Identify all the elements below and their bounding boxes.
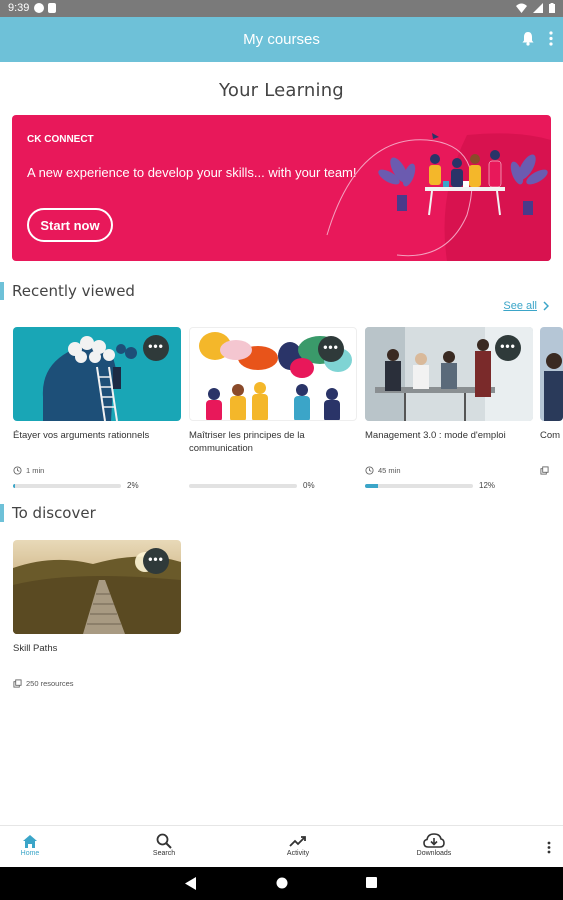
see-all-link[interactable]: See all xyxy=(503,300,549,312)
bell-icon[interactable] xyxy=(521,31,535,46)
progress-track xyxy=(189,483,297,488)
wifi-icon xyxy=(516,3,527,13)
status-bar: 9:39 xyxy=(0,0,563,17)
course-progress: 2% xyxy=(13,481,181,490)
clock-icon xyxy=(365,465,374,475)
course-thumbnail: ••• xyxy=(365,327,533,421)
app-bar: My courses xyxy=(0,17,563,62)
recently-viewed-heading: Recently viewed xyxy=(0,282,135,300)
card-menu-button[interactable]: ••• xyxy=(495,335,521,361)
course-duration xyxy=(189,465,357,475)
trending-up-icon xyxy=(289,836,306,847)
bottom-navigation: Home Search Activity Downloads xyxy=(0,825,563,867)
system-indicators xyxy=(516,3,555,13)
progress-label: 0% xyxy=(303,481,315,490)
card-menu-button[interactable]: ••• xyxy=(318,336,344,362)
banner-label: CK CONNECT xyxy=(27,134,94,145)
more-vert-icon[interactable] xyxy=(547,841,551,854)
progress-track xyxy=(365,483,473,488)
promo-banner[interactable]: CK CONNECT A new experience to develop y… xyxy=(12,115,551,261)
back-icon[interactable] xyxy=(185,877,197,890)
app-notification-icon xyxy=(34,3,44,13)
page-title: Your Learning xyxy=(219,80,344,101)
cloud-download-icon xyxy=(423,833,445,848)
discover-card[interactable]: ••• Skill Paths 250 resources xyxy=(13,540,181,688)
signal-icon xyxy=(533,3,543,13)
clock-icon xyxy=(13,465,22,475)
resources-count: 250 resources xyxy=(26,678,74,688)
course-progress: 0% xyxy=(189,481,357,490)
course-thumbnail xyxy=(540,327,563,421)
course-thumbnail: ••• xyxy=(189,327,357,421)
discover-thumbnail: ••• xyxy=(13,540,181,634)
more-vert-icon[interactable] xyxy=(549,31,553,46)
course-title: Management 3.0 : mode d'emploi xyxy=(365,430,506,441)
nav-downloads-label: Downloads xyxy=(416,850,452,857)
course-duration: 1 min xyxy=(13,465,181,475)
duration-text: 45 min xyxy=(378,465,401,475)
course-progress: 12% xyxy=(365,481,533,490)
progress-label: 2% xyxy=(127,481,139,490)
course-card[interactable]: ••• Maîtriser les principes de la commun… xyxy=(189,327,357,490)
search-icon xyxy=(156,833,172,849)
card-menu-button[interactable]: ••• xyxy=(143,548,169,574)
nav-activity[interactable]: Activity xyxy=(268,832,328,857)
team-illustration xyxy=(326,133,551,261)
banner-headline: A new experience to develop your skills.… xyxy=(27,165,357,180)
course-card[interactable]: Com xyxy=(540,327,563,475)
nav-activity-label: Activity xyxy=(286,850,310,857)
nav-downloads[interactable]: Downloads xyxy=(404,832,464,857)
discover-resources: 250 resources xyxy=(13,678,181,688)
system-navigation-bar xyxy=(0,867,563,900)
progress-fill xyxy=(365,483,378,488)
chevron-right-icon xyxy=(543,301,549,311)
course-card[interactable]: ••• Management 3.0 : mode d'emploi 45 mi… xyxy=(365,327,533,490)
home-circle-icon[interactable] xyxy=(276,877,288,889)
course-duration: 45 min xyxy=(365,465,533,475)
status-time: 9:39 xyxy=(8,2,30,14)
nav-home-label: Home xyxy=(20,850,40,857)
nav-search[interactable]: Search xyxy=(134,832,194,857)
storage-icon xyxy=(48,3,56,13)
course-title: Maîtriser les principes de la communicat… xyxy=(189,430,305,454)
course-title: Étayer vos arguments rationnels xyxy=(13,430,150,441)
duration-text: 1 min xyxy=(26,465,45,475)
course-resources xyxy=(540,465,563,475)
course-title: Com xyxy=(540,430,561,441)
copy-icon xyxy=(540,465,549,475)
nav-search-label: Search xyxy=(152,850,176,857)
discover-title: Skill Paths xyxy=(13,643,58,654)
notification-icons xyxy=(34,3,56,13)
course-card[interactable]: ••• Étayer vos arguments rationnels 1 mi… xyxy=(13,327,181,490)
progress-label: 12% xyxy=(479,481,496,490)
progress-track xyxy=(13,483,121,488)
see-all-label: See all xyxy=(503,300,537,312)
progress-fill xyxy=(13,483,16,488)
to-discover-heading: To discover xyxy=(0,504,96,522)
recents-icon[interactable] xyxy=(366,877,377,888)
card-menu-button[interactable]: ••• xyxy=(143,335,169,361)
battery-icon xyxy=(549,3,555,13)
copy-icon xyxy=(13,678,22,688)
home-icon xyxy=(23,834,37,848)
start-now-button[interactable]: Start now xyxy=(27,208,113,242)
nav-home[interactable]: Home xyxy=(0,832,60,857)
course-thumbnail: ••• xyxy=(13,327,181,421)
app-bar-title: My courses xyxy=(243,31,320,48)
